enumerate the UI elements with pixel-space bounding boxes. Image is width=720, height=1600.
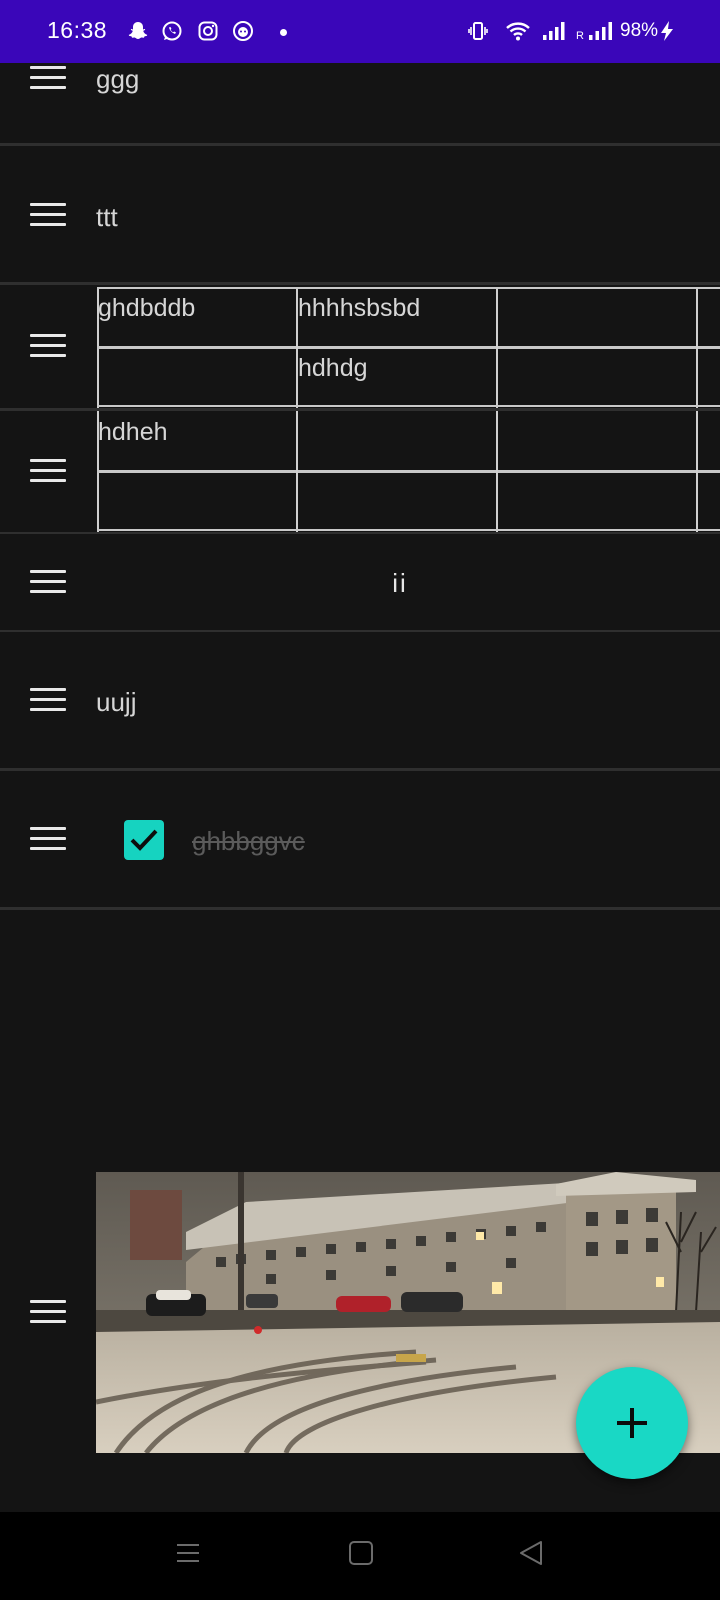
wifi-icon bbox=[506, 22, 530, 41]
home-icon[interactable] bbox=[348, 1540, 374, 1566]
table-border bbox=[298, 346, 496, 349]
table-border bbox=[698, 346, 720, 349]
list-item-text[interactable]: uujj bbox=[96, 687, 136, 718]
status-time: 16:38 bbox=[47, 17, 108, 43]
divider bbox=[0, 143, 720, 146]
checkmark-icon bbox=[130, 829, 158, 851]
divider bbox=[0, 532, 720, 534]
vibrate-icon bbox=[468, 22, 488, 40]
battery-percent: 98% bbox=[620, 20, 659, 41]
table-cell[interactable]: hdhdg bbox=[298, 354, 368, 383]
table-cell[interactable]: hhhhsbsbd bbox=[298, 294, 420, 323]
divider bbox=[0, 282, 720, 285]
table-border bbox=[97, 529, 720, 531]
add-button[interactable] bbox=[576, 1367, 688, 1479]
divider bbox=[0, 630, 720, 632]
roaming-label: R bbox=[576, 30, 584, 42]
drag-handle-icon[interactable] bbox=[30, 827, 66, 853]
divider bbox=[0, 907, 720, 910]
table-border bbox=[498, 470, 696, 473]
back-icon[interactable] bbox=[518, 1540, 544, 1566]
table-border bbox=[698, 470, 720, 473]
signal-icon-2 bbox=[589, 22, 612, 40]
snapchat-icon bbox=[128, 22, 148, 39]
list-item-text[interactable]: ttt bbox=[96, 202, 118, 233]
table-border bbox=[97, 470, 296, 473]
app-icon bbox=[233, 21, 253, 41]
table-border bbox=[97, 346, 296, 349]
drag-handle-icon[interactable] bbox=[30, 688, 66, 714]
drag-handle-icon[interactable] bbox=[30, 66, 66, 92]
table-border bbox=[97, 287, 720, 289]
whatsapp-icon bbox=[162, 21, 182, 41]
navigation-bar bbox=[0, 1512, 720, 1600]
table-border bbox=[298, 470, 496, 473]
list-item-heading[interactable]: ii bbox=[40, 568, 720, 599]
drag-handle-icon[interactable] bbox=[30, 203, 66, 229]
divider bbox=[0, 408, 720, 411]
checklist-item-text[interactable]: ghbbggvc bbox=[192, 826, 305, 857]
instagram-icon bbox=[198, 21, 218, 41]
status-bar: 16:38 R 98% bbox=[0, 0, 720, 63]
table-cell[interactable]: hdheh bbox=[98, 418, 168, 447]
charging-icon bbox=[661, 21, 673, 41]
table-border bbox=[97, 405, 720, 407]
table-cell[interactable]: ghdbddb bbox=[98, 294, 195, 323]
more-notifications-dot bbox=[280, 29, 287, 36]
divider bbox=[0, 768, 720, 771]
drag-handle-icon[interactable] bbox=[30, 1300, 66, 1326]
drag-handle-icon[interactable] bbox=[30, 334, 66, 360]
table-border bbox=[498, 346, 696, 349]
menu-icon[interactable] bbox=[175, 1540, 201, 1566]
checkbox-checked[interactable] bbox=[124, 820, 164, 860]
drag-handle-icon[interactable] bbox=[30, 459, 66, 485]
list-item-text[interactable]: ggg bbox=[96, 64, 139, 95]
signal-icon bbox=[543, 22, 565, 40]
